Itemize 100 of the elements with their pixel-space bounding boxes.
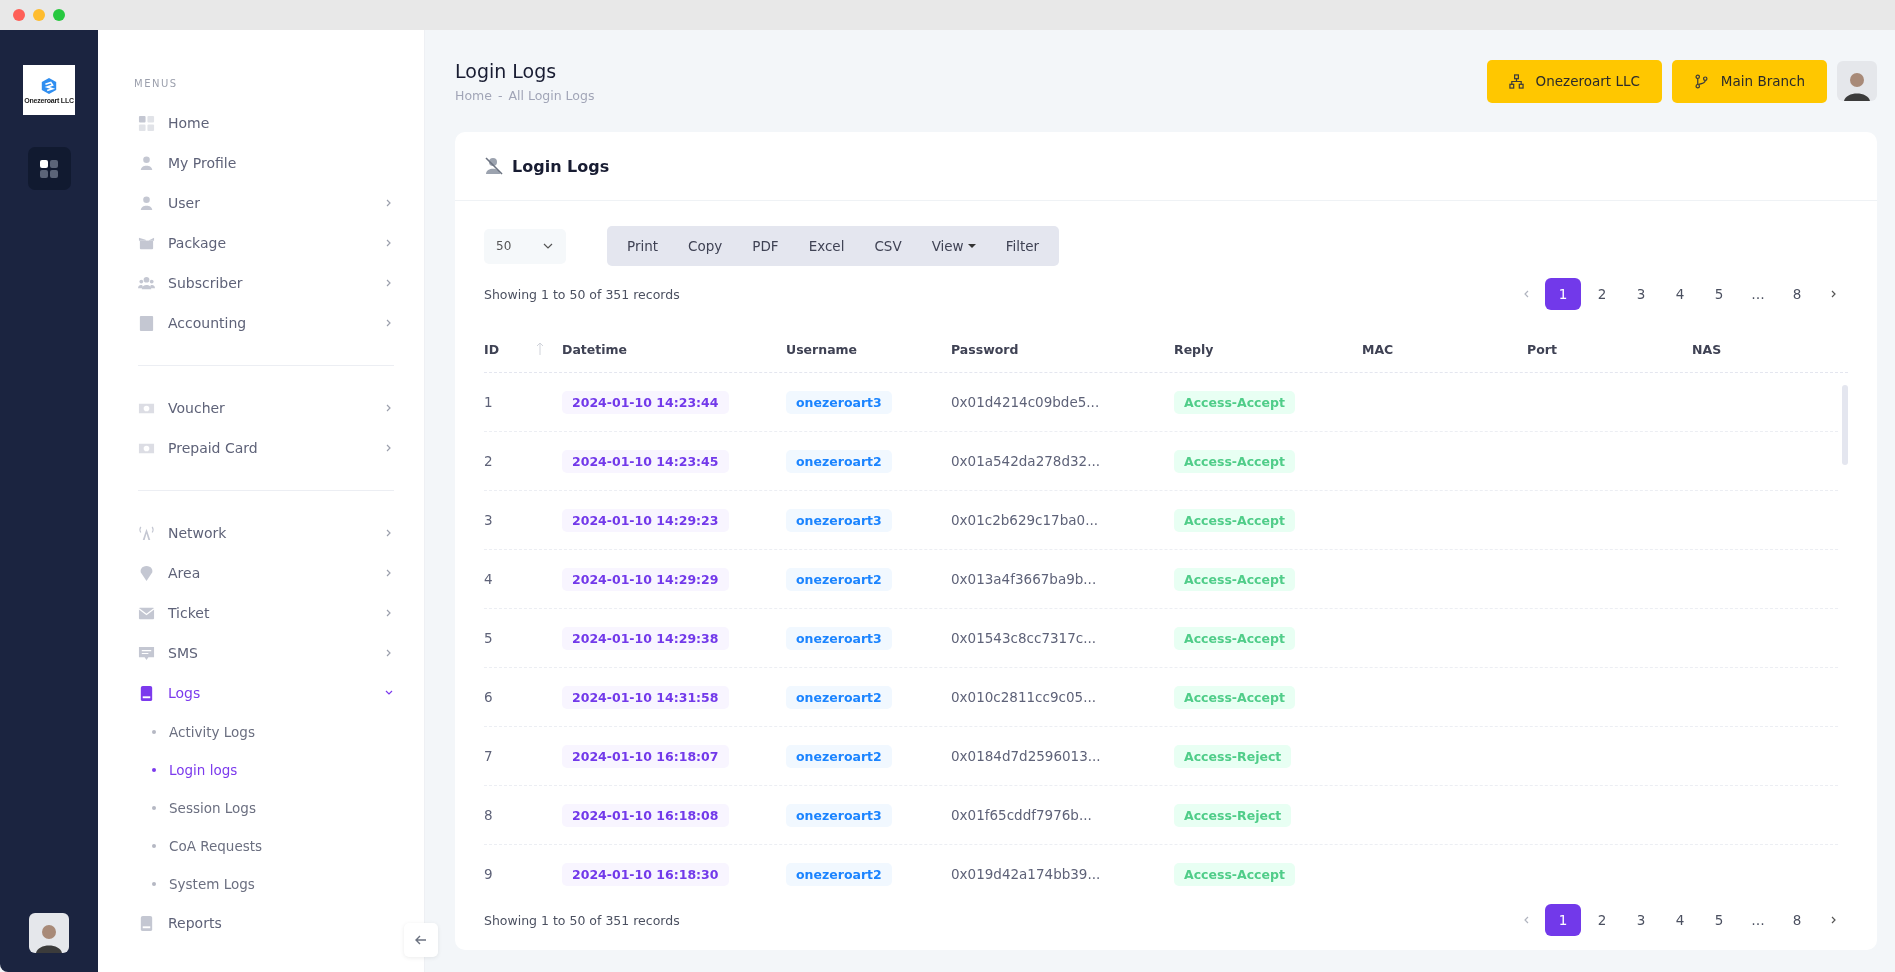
username-badge: onezeroart3: [786, 508, 892, 532]
reply-badge: Access-Accept: [1174, 390, 1295, 414]
bullet-icon: [152, 844, 156, 848]
sidebar-item[interactable]: Accounting: [138, 303, 394, 343]
minimize-window-icon[interactable]: [33, 9, 45, 21]
page-button[interactable]: 4: [1662, 904, 1698, 936]
page-title: Login Logs: [455, 59, 558, 82]
sidebar-item[interactable]: Network: [138, 513, 394, 553]
sort-icon[interactable]: [536, 342, 544, 356]
book-icon: [138, 684, 155, 702]
table-cell: 0x010c2811cc9c05...: [951, 689, 1097, 705]
page-button[interactable]: …: [1740, 904, 1776, 936]
column-header[interactable]: Reply: [1174, 341, 1214, 357]
page-button[interactable]: 5: [1701, 278, 1737, 310]
hexagon-logo-icon: [40, 76, 58, 95]
column-header[interactable]: Password: [951, 341, 1019, 357]
table-cell: 6: [484, 689, 493, 705]
datetime-badge: 2024-01-10 16:18:30: [562, 862, 729, 886]
table-cell: 0x013a4f3667ba9b...: [951, 571, 1097, 587]
column-header[interactable]: Datetime: [562, 341, 628, 357]
sidebar-subitem[interactable]: CoA Requests: [138, 827, 394, 865]
sidebar-item[interactable]: SMS: [138, 633, 394, 673]
table-cell: 8: [484, 807, 493, 823]
export-button[interactable]: PDF: [737, 226, 794, 266]
sidebar-subitem[interactable]: Session Logs: [138, 789, 394, 827]
table-cell: 5: [484, 630, 493, 646]
page-button[interactable]: 1: [1545, 278, 1581, 310]
sidebar-item[interactable]: Voucher: [138, 388, 394, 428]
page-button[interactable]: 2: [1584, 278, 1620, 310]
reply-badge: Access-Reject: [1174, 803, 1292, 827]
sidebar-item[interactable]: Reports: [138, 903, 394, 943]
sidebar-item[interactable]: Ticket: [138, 593, 394, 633]
table-cell: 1: [484, 394, 493, 410]
column-header[interactable]: MAC: [1362, 341, 1394, 357]
page-button[interactable]: 4: [1662, 278, 1698, 310]
sidebar-item[interactable]: User: [138, 183, 394, 223]
reply-badge: Access-Accept: [1174, 449, 1295, 473]
username-badge: onezeroart3: [786, 626, 892, 650]
collapse-sidebar-button[interactable]: [404, 923, 438, 957]
dashboard-button[interactable]: [27, 147, 71, 190]
datetime-badge: 2024-01-10 14:23:45: [562, 449, 729, 473]
maximize-window-icon[interactable]: [53, 9, 65, 21]
sidebar-item[interactable]: Logs: [138, 673, 394, 713]
username-badge: onezeroart3: [786, 390, 892, 414]
breadcrumb-separator: -: [497, 87, 503, 103]
page-button[interactable]: 1: [1545, 904, 1581, 936]
reply-badge: Access-Reject: [1174, 744, 1292, 768]
sidebar-item[interactable]: Area: [138, 553, 394, 593]
export-button[interactable]: Excel: [793, 226, 860, 266]
company-button[interactable]: Onezeroart LLC: [1486, 59, 1662, 103]
book-icon: [138, 914, 155, 932]
reply-badge: Access-Accept: [1174, 685, 1295, 709]
page-button[interactable]: 3: [1623, 904, 1659, 936]
export-button[interactable]: CSV: [859, 226, 917, 266]
column-header[interactable]: Username: [786, 341, 858, 357]
username-badge: onezeroart2: [786, 685, 892, 709]
sidebar-subitem[interactable]: System Logs: [138, 865, 394, 903]
person-icon: [138, 154, 155, 172]
table-cell: 0x01a542da278d32...: [951, 453, 1101, 469]
sitemap-icon: [1508, 73, 1524, 89]
sidebar-item[interactable]: Package: [138, 223, 394, 263]
pin-icon: [138, 564, 155, 582]
sidebar-item[interactable]: Subscriber: [138, 263, 394, 303]
sidebar-item[interactable]: Prepaid Card: [138, 428, 394, 468]
bullet-icon: [152, 882, 156, 886]
branch-button[interactable]: Main Branch: [1671, 59, 1827, 103]
column-header[interactable]: Port: [1527, 341, 1557, 357]
records-info: Showing 1 to 50 of 351 records: [484, 912, 680, 928]
page-size-select[interactable]: 50: [484, 228, 566, 264]
table-cell: 3: [484, 512, 493, 528]
page-button[interactable]: …: [1740, 278, 1776, 310]
datetime-badge: 2024-01-10 14:23:44: [562, 390, 729, 414]
grid-icon: [39, 158, 59, 179]
table-cell: 7: [484, 748, 493, 764]
user-avatar[interactable]: [29, 913, 69, 953]
column-header[interactable]: NAS: [1692, 341, 1722, 357]
sidebar-subitem[interactable]: Activity Logs: [138, 713, 394, 751]
column-header[interactable]: ID: [484, 341, 500, 357]
page-button[interactable]: 8: [1779, 278, 1815, 310]
export-button[interactable]: Filter: [990, 226, 1055, 266]
reply-badge: Access-Accept: [1174, 626, 1295, 650]
user-avatar[interactable]: [1837, 61, 1877, 101]
sidebar-item[interactable]: My Profile: [138, 143, 394, 183]
export-button[interactable]: Copy: [673, 226, 738, 266]
grid-icon: [138, 114, 155, 132]
page-button[interactable]: 2: [1584, 904, 1620, 936]
reply-badge: Access-Accept: [1174, 567, 1295, 591]
page-button[interactable]: 8: [1779, 904, 1815, 936]
reply-badge: Access-Accept: [1174, 508, 1295, 532]
close-window-icon[interactable]: [13, 9, 25, 21]
table-cell: 0x019d42a174bb39...: [951, 866, 1101, 882]
reply-badge: Access-Accept: [1174, 862, 1295, 886]
page-button[interactable]: 5: [1701, 904, 1737, 936]
export-button[interactable]: Print: [612, 226, 674, 266]
user-slash-icon: [484, 156, 504, 176]
sidebar-subitem[interactable]: Login logs: [138, 751, 394, 789]
sidebar-item[interactable]: Home: [138, 103, 394, 143]
username-badge: onezeroart2: [786, 862, 892, 886]
page-button[interactable]: 3: [1623, 278, 1659, 310]
view-dropdown[interactable]: View: [916, 226, 991, 266]
